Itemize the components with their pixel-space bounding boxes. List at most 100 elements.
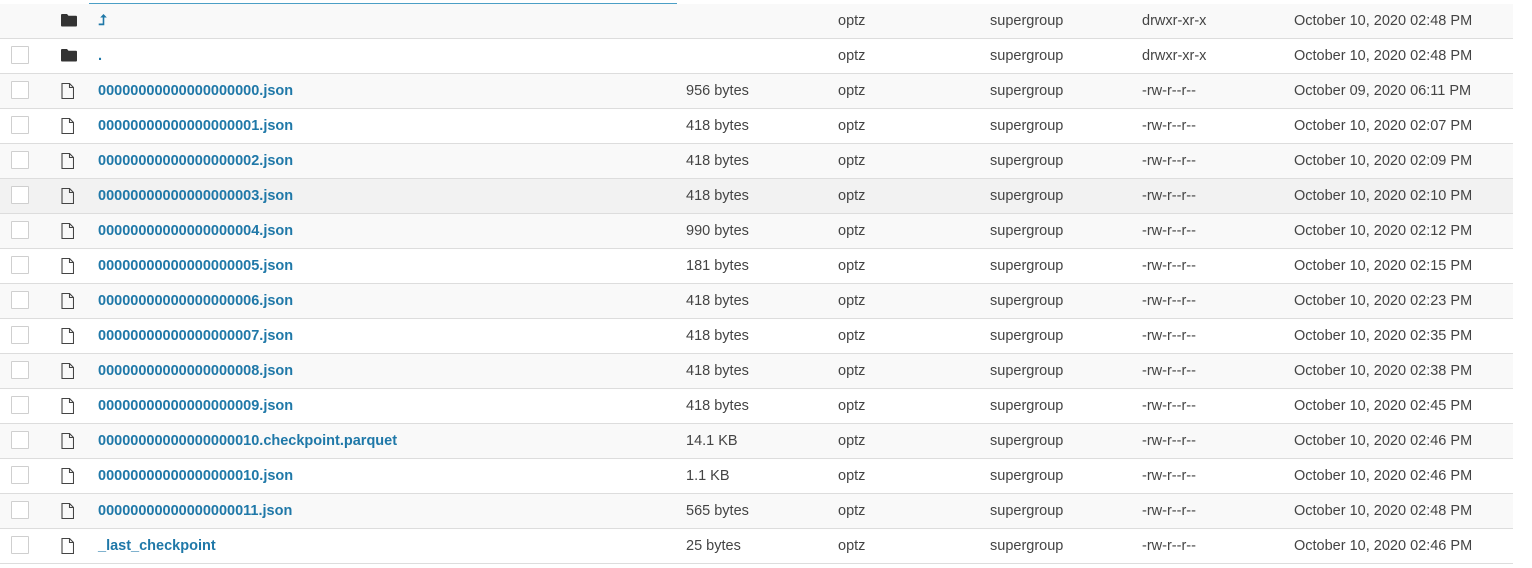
file-name-link[interactable]: 00000000000000000000.json <box>98 83 293 99</box>
file-icon <box>61 424 77 458</box>
table-row[interactable]: 00000000000000000005.json 181 bytes optz… <box>0 249 1513 284</box>
row-checkbox[interactable] <box>11 389 31 423</box>
file-permission: -rw-r--r-- <box>1142 293 1196 309</box>
file-icon <box>61 214 77 248</box>
file-name-cell: 00000000000000000008.json <box>98 354 293 388</box>
file-name-link[interactable]: 00000000000000000008.json <box>98 363 293 379</box>
file-modified: October 10, 2020 02:48 PM <box>1294 13 1473 29</box>
file-icon <box>61 74 77 108</box>
file-owner: optz <box>838 48 866 64</box>
file-group: supergroup <box>990 328 1064 344</box>
file-icon <box>61 529 77 563</box>
table-row[interactable]: 00000000000000000010.checkpoint.parquet … <box>0 424 1513 459</box>
row-checkbox[interactable] <box>11 494 31 528</box>
file-name-link[interactable]: 00000000000000000010.json <box>98 468 293 484</box>
file-name-cell: 00000000000000000001.json <box>98 109 293 143</box>
folder-icon <box>61 4 77 38</box>
row-checkbox[interactable] <box>11 319 31 353</box>
file-icon <box>61 284 77 318</box>
file-size: 418 bytes <box>686 398 749 414</box>
file-owner: optz <box>838 153 866 169</box>
file-name-link[interactable]: 00000000000000000001.json <box>98 118 293 134</box>
file-group: supergroup <box>990 398 1064 414</box>
table-row[interactable]: _last_checkpoint 25 bytes optz supergrou… <box>0 529 1513 564</box>
row-checkbox[interactable] <box>11 144 31 178</box>
table-row[interactable]: 00000000000000000004.json 990 bytes optz… <box>0 214 1513 249</box>
table-row[interactable]: 00000000000000000000.json 956 bytes optz… <box>0 74 1513 109</box>
row-checkbox[interactable] <box>11 529 31 563</box>
file-name-cell: . <box>98 39 102 73</box>
file-size: 956 bytes <box>686 83 749 99</box>
file-size: 1.1 KB <box>686 468 730 484</box>
file-owner: optz <box>838 433 866 449</box>
file-name-cell: ⮥ <box>98 4 107 38</box>
row-checkbox[interactable] <box>11 354 31 388</box>
table-row[interactable]: 00000000000000000007.json 418 bytes optz… <box>0 319 1513 354</box>
file-group: supergroup <box>990 188 1064 204</box>
file-modified: October 10, 2020 02:15 PM <box>1294 258 1473 274</box>
row-checkbox[interactable] <box>11 284 31 318</box>
file-name-link[interactable]: 00000000000000000002.json <box>98 153 293 169</box>
file-modified: October 10, 2020 02:38 PM <box>1294 363 1473 379</box>
file-modified: October 10, 2020 02:09 PM <box>1294 153 1473 169</box>
table-row[interactable]: 00000000000000000010.json 1.1 KB optz su… <box>0 459 1513 494</box>
file-name-link[interactable]: 00000000000000000011.json <box>98 503 292 519</box>
file-permission: drwxr-xr-x <box>1142 48 1207 64</box>
file-owner: optz <box>838 223 866 239</box>
file-name-link[interactable]: 00000000000000000005.json <box>98 258 293 274</box>
file-name-link[interactable]: 00000000000000000007.json <box>98 328 293 344</box>
file-name-link[interactable]: _last_checkpoint <box>98 538 216 554</box>
file-name-cell: 00000000000000000010.json <box>98 459 293 493</box>
row-checkbox[interactable] <box>11 424 31 458</box>
file-size: 418 bytes <box>686 153 749 169</box>
up-arrow-icon[interactable]: ⮥ <box>98 13 107 29</box>
table-row[interactable]: 00000000000000000008.json 418 bytes optz… <box>0 354 1513 389</box>
file-name-cell: 00000000000000000004.json <box>98 214 293 248</box>
table-row[interactable]: 00000000000000000003.json 418 bytes optz… <box>0 179 1513 214</box>
table-row[interactable]: 00000000000000000006.json 418 bytes optz… <box>0 284 1513 319</box>
file-owner: optz <box>838 468 866 484</box>
file-modified: October 10, 2020 02:46 PM <box>1294 538 1473 554</box>
file-name-link[interactable]: 00000000000000000009.json <box>98 398 293 414</box>
table-row[interactable]: 00000000000000000002.json 418 bytes optz… <box>0 144 1513 179</box>
row-checkbox[interactable] <box>11 39 31 73</box>
file-modified: October 10, 2020 02:48 PM <box>1294 503 1473 519</box>
file-name-link[interactable]: 00000000000000000010.checkpoint.parquet <box>98 433 397 449</box>
file-modified: October 09, 2020 06:11 PM <box>1294 83 1472 99</box>
file-permission: -rw-r--r-- <box>1142 433 1196 449</box>
file-modified: October 10, 2020 02:46 PM <box>1294 433 1473 449</box>
row-checkbox[interactable] <box>11 249 31 283</box>
file-icon <box>61 494 77 528</box>
file-name-link[interactable]: . <box>98 48 102 64</box>
file-owner: optz <box>838 13 866 29</box>
table-row[interactable]: 00000000000000000011.json 565 bytes optz… <box>0 494 1513 529</box>
table-row[interactable]: 00000000000000000001.json 418 bytes optz… <box>0 109 1513 144</box>
file-owner: optz <box>838 503 866 519</box>
file-icon <box>61 389 77 423</box>
file-name-link[interactable]: 00000000000000000003.json <box>98 188 293 204</box>
row-checkbox[interactable] <box>11 74 31 108</box>
file-icon <box>61 144 77 178</box>
row-checkbox[interactable] <box>11 214 31 248</box>
row-checkbox[interactable] <box>11 459 31 493</box>
file-group: supergroup <box>990 83 1064 99</box>
file-modified: October 10, 2020 02:10 PM <box>1294 188 1473 204</box>
file-group: supergroup <box>990 118 1064 134</box>
file-modified: October 10, 2020 02:45 PM <box>1294 398 1473 414</box>
file-size: 418 bytes <box>686 188 749 204</box>
file-name-cell: 00000000000000000011.json <box>98 494 292 528</box>
row-checkbox[interactable] <box>11 179 31 213</box>
file-size: 565 bytes <box>686 503 749 519</box>
file-permission: -rw-r--r-- <box>1142 503 1196 519</box>
file-name-link[interactable]: 00000000000000000004.json <box>98 223 293 239</box>
table-row[interactable]: ⮥ optz supergroup drwxr-xr-x October 10,… <box>0 4 1513 39</box>
table-row[interactable]: 00000000000000000009.json 418 bytes optz… <box>0 389 1513 424</box>
file-modified: October 10, 2020 02:35 PM <box>1294 328 1473 344</box>
file-size: 25 bytes <box>686 538 741 554</box>
row-checkbox[interactable] <box>11 109 31 143</box>
file-permission: -rw-r--r-- <box>1142 188 1196 204</box>
file-name-link[interactable]: 00000000000000000006.json <box>98 293 293 309</box>
file-name-cell: 00000000000000000010.checkpoint.parquet <box>98 424 397 458</box>
table-row[interactable]: . optz supergroup drwxr-xr-x October 10,… <box>0 39 1513 74</box>
file-group: supergroup <box>990 503 1064 519</box>
